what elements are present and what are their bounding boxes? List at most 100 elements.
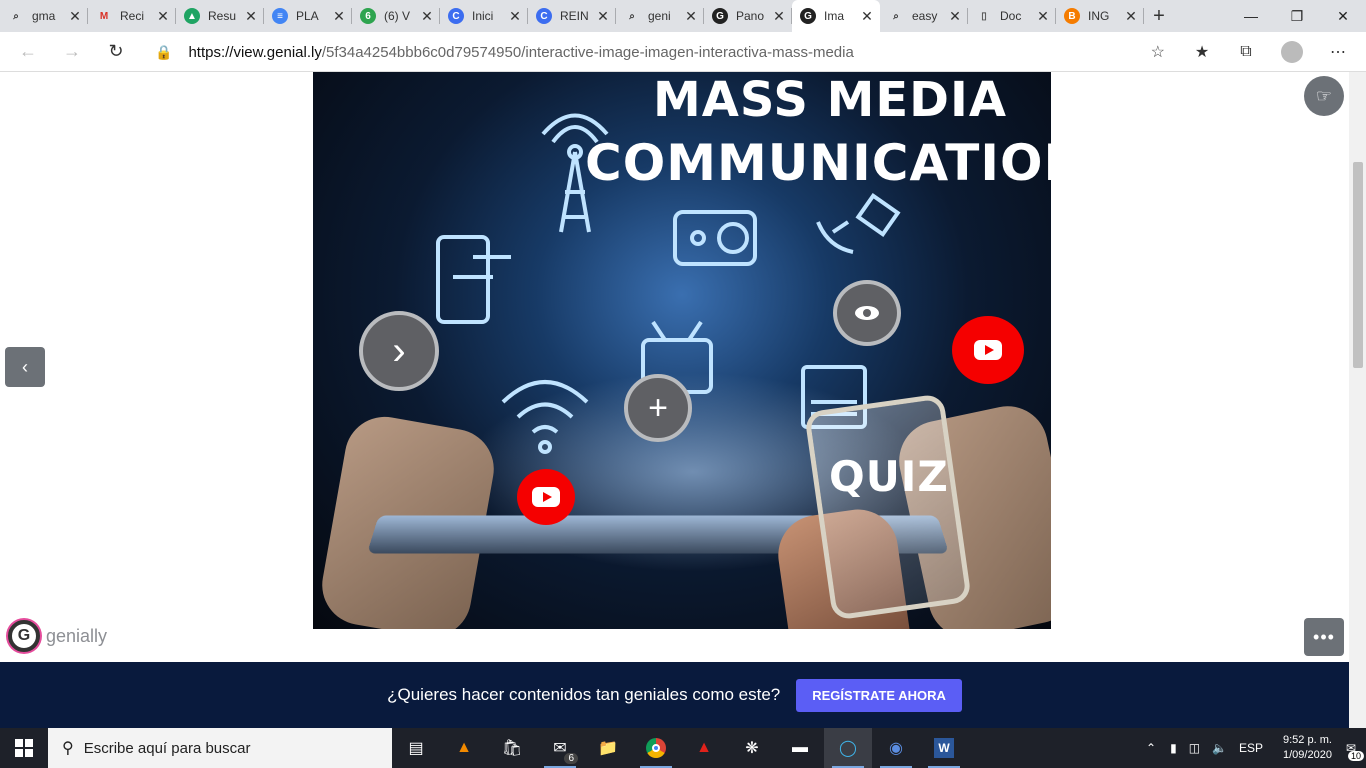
- plus-hotspot-button[interactable]: +: [624, 374, 692, 442]
- genially-logo-text: genially: [46, 625, 108, 646]
- search-placeholder: Escribe aquí para buscar: [83, 739, 251, 757]
- tab-list: ⌕ gma ✕ M Reci ✕ ▲ Resu ✕ ≡ PLA ✕ 6 (6) V ✕ C Inici ✕ C REI…: [0, 0, 1144, 32]
- tab-10[interactable]: ⌕ easy ✕: [880, 0, 968, 32]
- green-circle-icon: 6: [360, 8, 376, 24]
- interaction-hint-button[interactable]: ☞: [1304, 76, 1344, 116]
- minimize-button[interactable]: —: [1228, 0, 1274, 32]
- c-circle-icon: C: [448, 8, 464, 24]
- youtube-hotspot-button-2[interactable]: [517, 469, 575, 525]
- eye-hotspot-button[interactable]: [833, 280, 901, 346]
- refresh-button[interactable]: ↻: [94, 32, 138, 72]
- favorites-icon[interactable]: ★: [1182, 32, 1222, 72]
- close-tab-icon[interactable]: ✕: [244, 8, 258, 25]
- new-tab-button[interactable]: +: [1144, 0, 1174, 32]
- search-icon: ⚲: [62, 740, 74, 757]
- favorite-star-icon[interactable]: ☆: [1151, 42, 1165, 62]
- tab-12[interactable]: B ING ✕: [1056, 0, 1144, 32]
- forward-button[interactable]: →: [50, 32, 94, 72]
- profile-avatar[interactable]: [1272, 32, 1312, 72]
- close-tab-icon[interactable]: ✕: [420, 8, 434, 25]
- youtube-hotspot-button-1[interactable]: [952, 316, 1024, 384]
- next-hotspot-button[interactable]: ›: [359, 311, 439, 391]
- more-options-button[interactable]: •••: [1304, 618, 1344, 656]
- tab-strip: ⌕ gma ✕ M Reci ✕ ▲ Resu ✕ ≡ PLA ✕ 6 (6) V ✕ C Inici ✕ C REI…: [0, 0, 1366, 32]
- quiz-phone-image[interactable]: [804, 393, 972, 621]
- vlc-icon[interactable]: ▲: [440, 728, 488, 768]
- clock[interactable]: 9:52 p. m. 1/09/2020: [1283, 733, 1332, 763]
- tab-title: Resu: [208, 9, 237, 23]
- close-tab-icon[interactable]: ✕: [156, 8, 170, 25]
- tab-title: Ima: [824, 9, 845, 23]
- tab-2[interactable]: ▲ Resu ✕: [176, 0, 264, 32]
- windows-logo-icon: [15, 739, 33, 757]
- close-tab-icon[interactable]: ✕: [1036, 8, 1050, 25]
- start-button[interactable]: [0, 728, 48, 768]
- tab-title: geni: [648, 9, 671, 23]
- close-tab-icon[interactable]: ✕: [684, 8, 698, 25]
- close-window-button[interactable]: ✕: [1320, 0, 1366, 32]
- wifi-icon: [501, 380, 589, 454]
- address-bar[interactable]: 🔒 https://view.genial.ly /5f34a4254bbb6c…: [143, 36, 1173, 68]
- genially-logo-icon: G: [8, 620, 40, 652]
- task-view-icon[interactable]: ▤: [392, 728, 440, 768]
- radio-icon: [673, 210, 757, 266]
- tab-title: Pano: [736, 9, 765, 23]
- c-circle-icon: C: [536, 8, 552, 24]
- volume-icon[interactable]: 🔈: [1212, 741, 1227, 755]
- tab-title: Reci: [120, 9, 145, 23]
- network-icon[interactable]: ◫: [1189, 741, 1200, 755]
- word-icon[interactable]: W: [920, 728, 968, 768]
- close-tab-icon[interactable]: ✕: [948, 8, 962, 25]
- tab-title: Doc: [1000, 9, 1022, 23]
- window-controls: — ❐ ✕: [1228, 0, 1366, 32]
- battery-icon[interactable]: ▮: [1170, 741, 1177, 755]
- mail-icon[interactable]: ✉ 6: [536, 728, 584, 768]
- chevron-up-icon[interactable]: ⌃: [1146, 741, 1156, 755]
- tab-9[interactable]: G Ima ✕: [792, 0, 880, 32]
- tab-4[interactable]: 6 (6) V ✕: [352, 0, 440, 32]
- genially-logo[interactable]: G genially: [8, 620, 107, 652]
- restore-button[interactable]: ❐: [1274, 0, 1320, 32]
- taskbar-search[interactable]: ⚲ Escribe aquí para buscar: [48, 728, 392, 768]
- close-tab-icon[interactable]: ✕: [596, 8, 610, 25]
- tab-0[interactable]: ⌕ gma ✕: [0, 0, 88, 32]
- close-tab-icon[interactable]: ✕: [772, 8, 786, 25]
- close-tab-icon[interactable]: ✕: [68, 8, 82, 25]
- close-tab-icon[interactable]: ✕: [508, 8, 522, 25]
- edge-icon[interactable]: ◯: [824, 728, 872, 768]
- promo-banner: ¿Quieres hacer contenidos tan geniales c…: [0, 662, 1349, 728]
- notification-center-icon[interactable]: ✉ 10: [1346, 741, 1364, 761]
- store-icon[interactable]: 🛍: [488, 728, 536, 768]
- tab-3[interactable]: ≡ PLA ✕: [264, 0, 352, 32]
- tab-5[interactable]: C Inici ✕: [440, 0, 528, 32]
- file-explorer-icon[interactable]: 📁: [584, 728, 632, 768]
- tab-8[interactable]: G Pano ✕: [704, 0, 792, 32]
- scrollbar[interactable]: [1349, 72, 1366, 728]
- tab-6[interactable]: C REIN ✕: [528, 0, 616, 32]
- chrome-icon[interactable]: [632, 728, 680, 768]
- tab-7[interactable]: ⌕ geni ✕: [616, 0, 704, 32]
- scrollbar-thumb[interactable]: [1353, 162, 1363, 368]
- document-icon: ▯: [981, 10, 987, 22]
- register-button[interactable]: REGÍSTRATE AHORA: [796, 678, 962, 712]
- quiz-label[interactable]: QUIZ: [829, 452, 948, 501]
- close-tab-icon[interactable]: ✕: [1124, 8, 1138, 25]
- tab-1[interactable]: M Reci ✕: [88, 0, 176, 32]
- close-tab-icon[interactable]: ✕: [860, 8, 874, 25]
- tab-11[interactable]: ▯ Doc ✕: [968, 0, 1056, 32]
- lock-icon: 🔒: [155, 43, 173, 60]
- navigation-bar: ← → ↻ 🔒 https://view.genial.ly /5f34a425…: [0, 32, 1366, 72]
- language-indicator[interactable]: ESP: [1239, 741, 1263, 755]
- back-button[interactable]: ←: [6, 32, 50, 72]
- tab-title: REIN: [560, 9, 589, 23]
- smartphone-arrows-icon: [436, 235, 511, 324]
- collections-icon[interactable]: ⧉: [1226, 32, 1266, 72]
- device-icon[interactable]: ▬: [776, 728, 824, 768]
- acrobat-icon[interactable]: ▲: [680, 728, 728, 768]
- cortana-app-icon[interactable]: ◉: [872, 728, 920, 768]
- app-icon[interactable]: ❋: [728, 728, 776, 768]
- youtube-icon: [974, 340, 1002, 360]
- close-tab-icon[interactable]: ✕: [332, 8, 346, 25]
- settings-more-icon[interactable]: ⋯: [1318, 32, 1358, 72]
- previous-page-button[interactable]: ‹: [5, 347, 45, 387]
